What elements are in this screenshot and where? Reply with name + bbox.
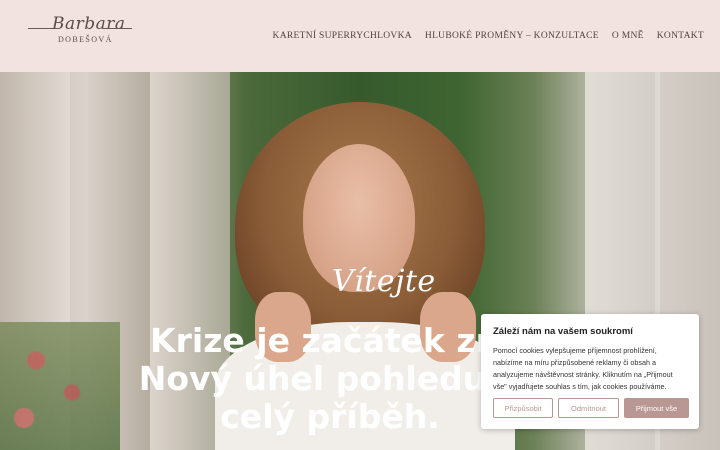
reject-button[interactable]: Odmítnout bbox=[558, 398, 619, 418]
hero-headline: Krize je začátek zm Nový úhel pohledu n … bbox=[130, 322, 530, 436]
customize-button[interactable]: Přizpůsobit bbox=[493, 398, 553, 418]
site-header: Barbara DOBEŠOVÁ KARETNÍ SUPERRYCHLOVKA … bbox=[0, 0, 720, 72]
hero-headline-line: Nový úhel pohledu n bbox=[138, 359, 522, 398]
nav-item-o-mne[interactable]: O MNĚ bbox=[612, 31, 644, 41]
logo-line-right bbox=[102, 28, 132, 29]
cookie-consent-dialog: Záleží nám na vašem soukromí Pomocí cook… bbox=[481, 314, 699, 429]
accept-all-button[interactable]: Přijmout vše bbox=[624, 398, 689, 418]
cookie-description: Pomocí cookies vylepšujeme příjemnost pr… bbox=[493, 346, 673, 391]
logo-script-text: Barbara bbox=[52, 14, 126, 34]
hero-headline-line: celý příběh. bbox=[220, 397, 440, 436]
hero-headline-line: Krize je začátek zm bbox=[150, 321, 510, 360]
nav-item-kontakt[interactable]: KONTAKT bbox=[657, 31, 704, 41]
nav-item-karetni-superrychlovka[interactable]: KARETNÍ SUPERRYCHLOVKA bbox=[273, 31, 412, 41]
cookie-buttons: Přizpůsobit Odmítnout Přijmout vše bbox=[493, 398, 689, 418]
nav-item-hluboke-promeny[interactable]: HLUBOKÉ PROMĚNY – KONZULTACE bbox=[425, 31, 599, 41]
hero-bg-flowers bbox=[0, 322, 120, 450]
hero-greeting: Vítejte bbox=[332, 264, 436, 299]
logo-subtitle: DOBEŠOVÁ bbox=[58, 35, 113, 44]
cookie-title: Záleží nám na vašem soukromí bbox=[493, 326, 633, 337]
main-nav: KARETNÍ SUPERRYCHLOVKA HLUBOKÉ PROMĚNY –… bbox=[273, 31, 704, 41]
logo[interactable]: Barbara DOBEŠOVÁ bbox=[28, 14, 138, 48]
logo-line-left bbox=[28, 28, 54, 29]
